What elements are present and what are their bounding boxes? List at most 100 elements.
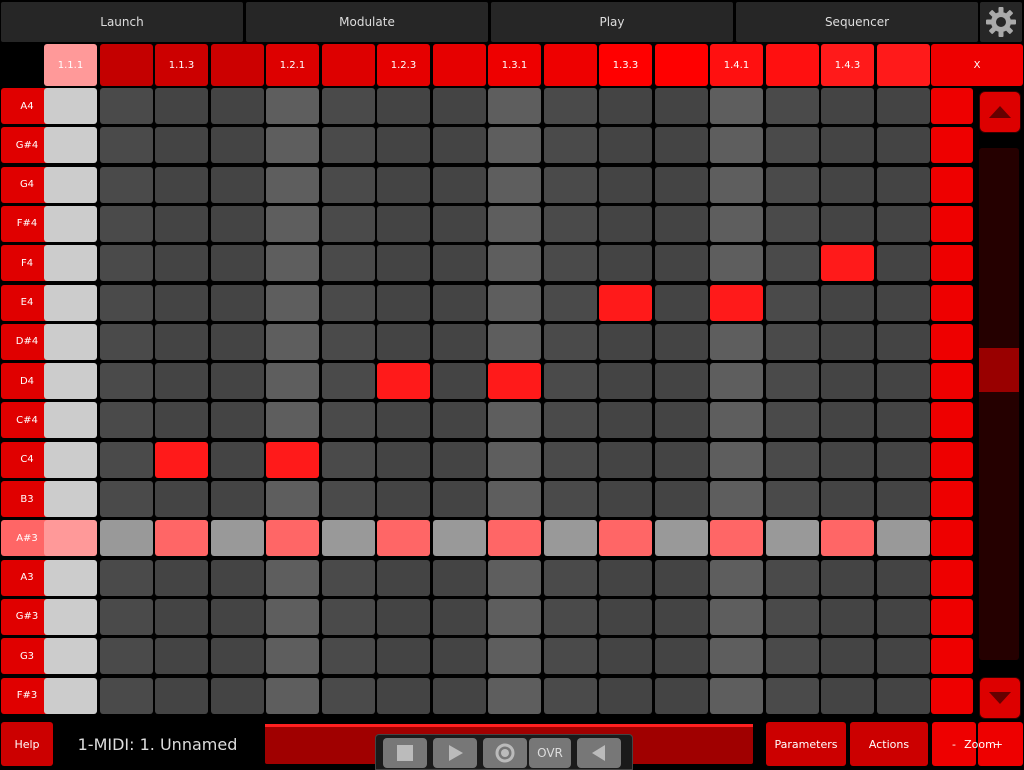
step-cell[interactable] xyxy=(654,481,708,517)
step-cell[interactable] xyxy=(432,481,486,517)
step-cell[interactable] xyxy=(377,127,430,164)
step-cell[interactable] xyxy=(765,127,819,164)
step-header-13[interactable]: 1.4.1 xyxy=(710,44,763,86)
step-cell[interactable] xyxy=(654,323,708,360)
scroll-down-button[interactable] xyxy=(979,677,1021,719)
step-cell[interactable] xyxy=(377,402,430,439)
step-cell[interactable] xyxy=(44,402,97,439)
step-cell[interactable] xyxy=(876,88,930,124)
step-cell[interactable] xyxy=(654,127,708,164)
step-cell[interactable] xyxy=(99,88,153,124)
step-cell[interactable] xyxy=(99,166,153,203)
step-cell[interactable] xyxy=(654,441,708,478)
step-cell[interactable] xyxy=(155,166,208,203)
step-cell[interactable] xyxy=(488,559,541,596)
step-cell[interactable] xyxy=(266,88,319,124)
step-cell[interactable] xyxy=(377,481,430,517)
step-cell[interactable] xyxy=(488,402,541,439)
step-cell[interactable] xyxy=(99,245,153,282)
record-button[interactable] xyxy=(483,738,527,768)
step-cell[interactable] xyxy=(155,205,208,242)
step-cell[interactable] xyxy=(876,127,930,164)
step-cell[interactable] xyxy=(599,677,652,714)
step-cell[interactable] xyxy=(821,559,874,596)
step-cell[interactable] xyxy=(543,598,597,635)
step-cell[interactable] xyxy=(44,205,97,242)
step-cell[interactable] xyxy=(710,245,763,282)
note-scrollbar-thumb[interactable] xyxy=(979,348,1019,392)
step-header-15[interactable]: 1.4.3 xyxy=(821,44,874,86)
step-cell[interactable] xyxy=(321,520,375,557)
step-cell[interactable] xyxy=(876,598,930,635)
row-toggle-button[interactable] xyxy=(931,677,973,714)
step-cell[interactable] xyxy=(876,520,930,557)
step-cell[interactable] xyxy=(321,402,375,439)
step-cell[interactable] xyxy=(44,245,97,282)
step-cell[interactable] xyxy=(99,638,153,675)
step-cell[interactable] xyxy=(488,88,541,124)
step-cell[interactable] xyxy=(155,88,208,124)
row-toggle-button[interactable] xyxy=(931,481,973,517)
step-cell[interactable] xyxy=(543,481,597,517)
step-cell[interactable] xyxy=(432,402,486,439)
step-cell[interactable] xyxy=(44,166,97,203)
step-cell[interactable] xyxy=(266,559,319,596)
step-header-10[interactable] xyxy=(543,44,597,86)
step-cell[interactable] xyxy=(876,402,930,439)
step-cell[interactable] xyxy=(710,481,763,517)
row-toggle-button[interactable] xyxy=(931,284,973,321)
step-cell[interactable] xyxy=(876,363,930,400)
step-cell[interactable] xyxy=(599,638,652,675)
step-cell[interactable] xyxy=(432,323,486,360)
step-cell[interactable] xyxy=(44,284,97,321)
step-cell[interactable] xyxy=(266,402,319,439)
step-cell[interactable] xyxy=(432,284,486,321)
step-cell[interactable] xyxy=(876,205,930,242)
step-cell[interactable] xyxy=(765,323,819,360)
play-button[interactable] xyxy=(433,738,477,768)
step-cell[interactable] xyxy=(543,88,597,124)
step-cell[interactable] xyxy=(599,245,652,282)
step-cell[interactable] xyxy=(432,245,486,282)
step-cell[interactable] xyxy=(44,598,97,635)
step-cell[interactable] xyxy=(710,127,763,164)
step-cell[interactable] xyxy=(488,598,541,635)
step-cell[interactable] xyxy=(543,205,597,242)
step-cell[interactable] xyxy=(155,598,208,635)
step-cell[interactable] xyxy=(155,323,208,360)
step-cell[interactable] xyxy=(821,284,874,321)
step-cell[interactable] xyxy=(432,677,486,714)
step-cell[interactable] xyxy=(765,402,819,439)
row-toggle-button[interactable] xyxy=(931,598,973,635)
step-cell[interactable] xyxy=(321,559,375,596)
step-cell[interactable] xyxy=(377,323,430,360)
step-cell[interactable] xyxy=(266,363,319,400)
step-cell[interactable] xyxy=(765,559,819,596)
row-toggle-button[interactable] xyxy=(931,245,973,282)
step-cell[interactable] xyxy=(599,323,652,360)
step-cell[interactable] xyxy=(266,284,319,321)
step-cell[interactable] xyxy=(210,88,264,124)
step-header-11[interactable]: 1.3.3 xyxy=(599,44,652,86)
step-cell[interactable] xyxy=(876,638,930,675)
step-cell[interactable] xyxy=(710,598,763,635)
step-header-12[interactable] xyxy=(654,44,708,86)
step-cell[interactable] xyxy=(44,127,97,164)
step-header-5[interactable]: 1.2.1 xyxy=(266,44,319,86)
step-cell[interactable] xyxy=(543,127,597,164)
actions-button[interactable]: Actions xyxy=(850,722,928,766)
step-cell[interactable] xyxy=(377,520,430,557)
step-cell[interactable] xyxy=(432,88,486,124)
step-cell[interactable] xyxy=(488,205,541,242)
step-cell[interactable] xyxy=(821,363,874,400)
step-cell[interactable] xyxy=(765,284,819,321)
active-step-cell[interactable] xyxy=(377,363,430,400)
step-cell[interactable] xyxy=(266,598,319,635)
step-header-7[interactable]: 1.2.3 xyxy=(377,44,430,86)
step-cell[interactable] xyxy=(710,441,763,478)
step-cell[interactable] xyxy=(876,441,930,478)
step-cell[interactable] xyxy=(599,559,652,596)
tab-sequencer[interactable]: Sequencer xyxy=(736,2,978,42)
step-cell[interactable] xyxy=(99,402,153,439)
step-cell[interactable] xyxy=(599,441,652,478)
